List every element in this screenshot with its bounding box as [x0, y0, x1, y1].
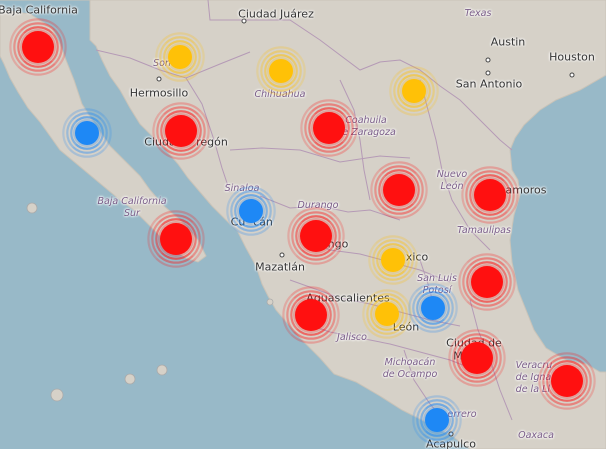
san-antonio-dot [485, 70, 491, 76]
marker-chihuahua[interactable] [255, 45, 307, 97]
marker-tamaulipas-south[interactable] [455, 250, 519, 314]
label-hermosillo: Hermosillo [129, 86, 189, 100]
map-view[interactable]: Baja California Ciudad Juárez Texas Aust… [0, 0, 606, 449]
marker-tijuana[interactable] [6, 15, 70, 79]
marker-matamoros[interactable] [458, 163, 522, 227]
marker-sonora-north[interactable] [154, 31, 206, 83]
marker-baja-central[interactable] [61, 107, 113, 159]
houston-dot [569, 72, 575, 78]
label-oaxaca: Oaxaca [518, 430, 554, 441]
marker-culiacan[interactable] [225, 185, 277, 237]
marker-ciudad-obregon[interactable] [149, 99, 213, 163]
label-ciudad-juarez: Ciudad Juárez [238, 7, 314, 21]
label-texas: Texas [464, 8, 492, 19]
marker-leon[interactable] [361, 288, 413, 340]
marker-san-antonio[interactable] [388, 65, 440, 117]
marker-veracruz[interactable] [535, 349, 599, 413]
marker-mexico-city[interactable] [445, 326, 509, 390]
marker-zacatecas[interactable] [367, 234, 419, 286]
label-san-antonio: San Antonio [455, 77, 523, 91]
marker-guadalajara[interactable] [279, 283, 343, 347]
label-houston: Houston [549, 50, 595, 64]
marker-acapulco[interactable] [411, 394, 463, 446]
austin-dot [485, 57, 491, 63]
marker-durango[interactable] [284, 204, 348, 268]
label-michoacan: Michoacán de Ocampo [382, 357, 438, 380]
marker-coahuila[interactable] [297, 96, 361, 160]
label-austin: Austin [490, 35, 526, 49]
marker-monterrey[interactable] [367, 158, 431, 222]
marker-la-paz[interactable] [144, 207, 208, 271]
